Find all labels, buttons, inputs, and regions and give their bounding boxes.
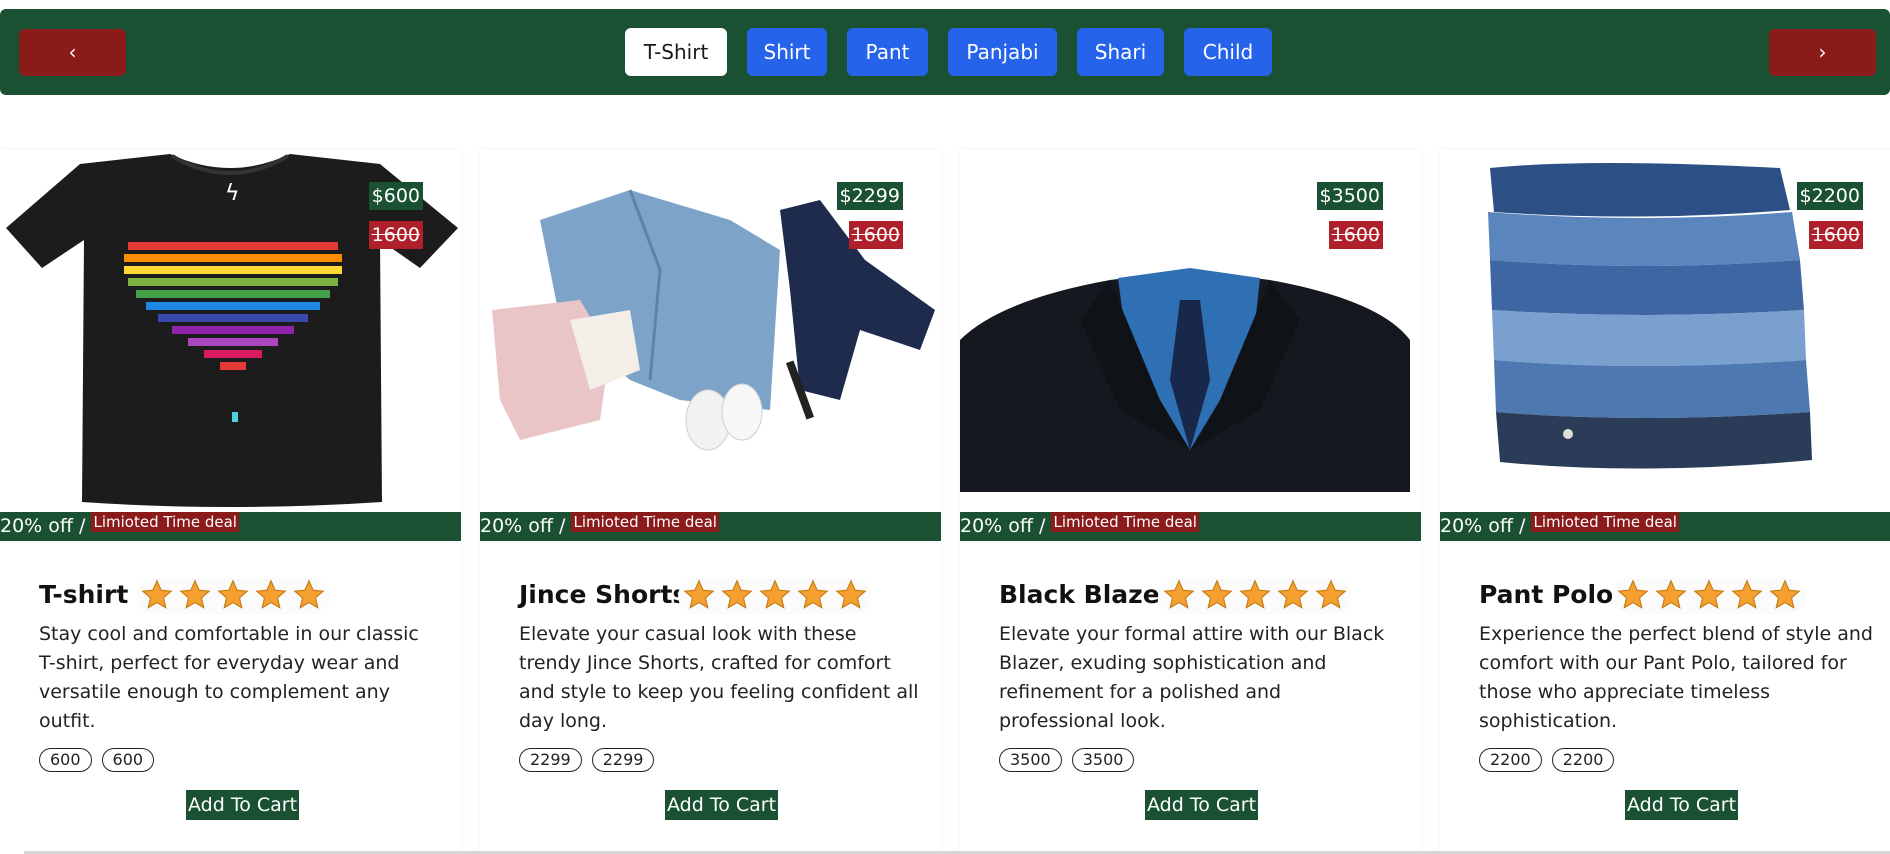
tab-shirt[interactable]: Shirt [747, 28, 827, 76]
add-to-cart-button[interactable]: Add To Cart [1145, 790, 1259, 820]
category-tabs: T-Shirt Shirt Pant Panjabi Shari Child [625, 28, 1292, 76]
discount-label: 20% off / [960, 515, 1046, 537]
star-rating [1612, 578, 1806, 614]
original-price: 1600 [368, 221, 423, 249]
deal-bar: 20% off / Limioted Time deal [0, 512, 461, 541]
product-card: $2299 1600 20% off / Limioted Time deal … [480, 150, 941, 854]
star-icon [1277, 579, 1309, 609]
star-icon [1617, 579, 1649, 609]
original-price: 1600 [848, 221, 903, 249]
discount-label: 20% off / [0, 515, 86, 537]
product-description: Elevate your casual look with these tren… [519, 623, 919, 732]
price-pill: 2299 [591, 748, 655, 772]
star-rating [678, 578, 872, 614]
product-title: Pant Polo [1479, 580, 1614, 609]
sale-price: $3500 [1316, 182, 1383, 210]
discount-label: 20% off / [480, 515, 566, 537]
prev-button[interactable]: ‹ [19, 29, 126, 76]
next-button[interactable]: › [1769, 29, 1876, 76]
product-card: ϟ $600 1600 20% off / Limioted Time deal… [0, 150, 461, 854]
star-rating [136, 578, 330, 614]
discount-label: 20% off / [1440, 515, 1526, 537]
tab-panjabi[interactable]: Panjabi [948, 28, 1057, 76]
star-icon [1693, 579, 1725, 609]
price-pill: 3500 [1071, 748, 1135, 772]
tab-child[interactable]: Child [1184, 28, 1272, 76]
limited-deal-badge: Limioted Time deal [571, 512, 719, 532]
star-icon [293, 579, 325, 609]
sale-price: $2200 [1796, 182, 1863, 210]
star-icon [1239, 579, 1271, 609]
price-pills: 600 600 [39, 748, 155, 772]
price-pills: 2299 2299 [519, 748, 655, 772]
product-title: T-shirt [39, 580, 129, 609]
star-icon [217, 579, 249, 609]
svg-text:ϟ: ϟ [225, 181, 240, 206]
deal-bar: 20% off / Limioted Time deal [480, 512, 941, 541]
star-icon [1163, 579, 1195, 609]
star-icon [1655, 579, 1687, 609]
sale-price: $600 [368, 182, 423, 210]
product-card: $2200 1600 20% off / Limioted Time deal … [1440, 150, 1890, 854]
add-to-cart-button[interactable]: Add To Cart [186, 790, 300, 820]
price-pill: 600 [39, 748, 92, 772]
price-pill: 2200 [1479, 748, 1542, 772]
price-pill: 2299 [519, 748, 582, 772]
product-description: Experience the perfect blend of style an… [1479, 623, 1873, 732]
star-icon [1201, 579, 1233, 609]
limited-deal-badge: Limioted Time deal [1051, 512, 1199, 532]
product-title: Jince Shorts [519, 580, 688, 609]
star-icon [141, 579, 173, 609]
product-title: Black Blazer [999, 580, 1172, 609]
add-to-cart-button[interactable]: Add To Cart [1625, 790, 1739, 820]
black-tshirt-image[interactable]: ϟ $600 1600 [0, 150, 461, 512]
price-pill: 2200 [1551, 748, 1615, 772]
star-icon [1769, 579, 1801, 609]
black-blazer-image[interactable]: $3500 1600 [960, 150, 1421, 512]
price-pills: 2200 2200 [1479, 748, 1615, 772]
price-pills: 3500 3500 [999, 748, 1135, 772]
star-icon [255, 579, 287, 609]
limited-deal-badge: Limioted Time deal [1531, 512, 1679, 532]
tab-pant[interactable]: Pant [847, 28, 928, 76]
star-icon [179, 579, 211, 609]
tab-t-shirt[interactable]: T-Shirt [625, 28, 727, 76]
star-icon [835, 579, 867, 609]
tab-shari[interactable]: Shari [1077, 28, 1164, 76]
deal-bar: 20% off / Limioted Time deal [1440, 512, 1890, 541]
limited-deal-badge: Limioted Time deal [91, 512, 239, 532]
deal-bar: 20% off / Limioted Time deal [960, 512, 1421, 541]
sale-price: $2299 [836, 182, 903, 210]
star-icon [1731, 579, 1763, 609]
star-icon [1315, 579, 1347, 609]
folded-jeans-image[interactable]: $2200 1600 [1440, 150, 1890, 512]
product-description: Elevate your formal attire with our Blac… [999, 623, 1385, 732]
denim-outfit-image[interactable]: $2299 1600 [480, 150, 941, 512]
star-rating [1158, 578, 1352, 614]
original-price: 1600 [1808, 221, 1863, 249]
product-description: Stay cool and comfortable in our classic… [39, 623, 419, 732]
price-pill: 600 [101, 748, 155, 772]
product-card: $3500 1600 20% off / Limioted Time deal … [960, 150, 1421, 854]
price-pill: 3500 [999, 748, 1062, 772]
category-bar: ‹ T-Shirt Shirt Pant Panjabi Shari Child… [0, 9, 1890, 95]
star-icon [797, 579, 829, 609]
star-icon [683, 579, 715, 609]
add-to-cart-button[interactable]: Add To Cart [665, 790, 779, 820]
star-icon [759, 579, 791, 609]
original-price: 1600 [1328, 221, 1383, 249]
star-icon [721, 579, 753, 609]
